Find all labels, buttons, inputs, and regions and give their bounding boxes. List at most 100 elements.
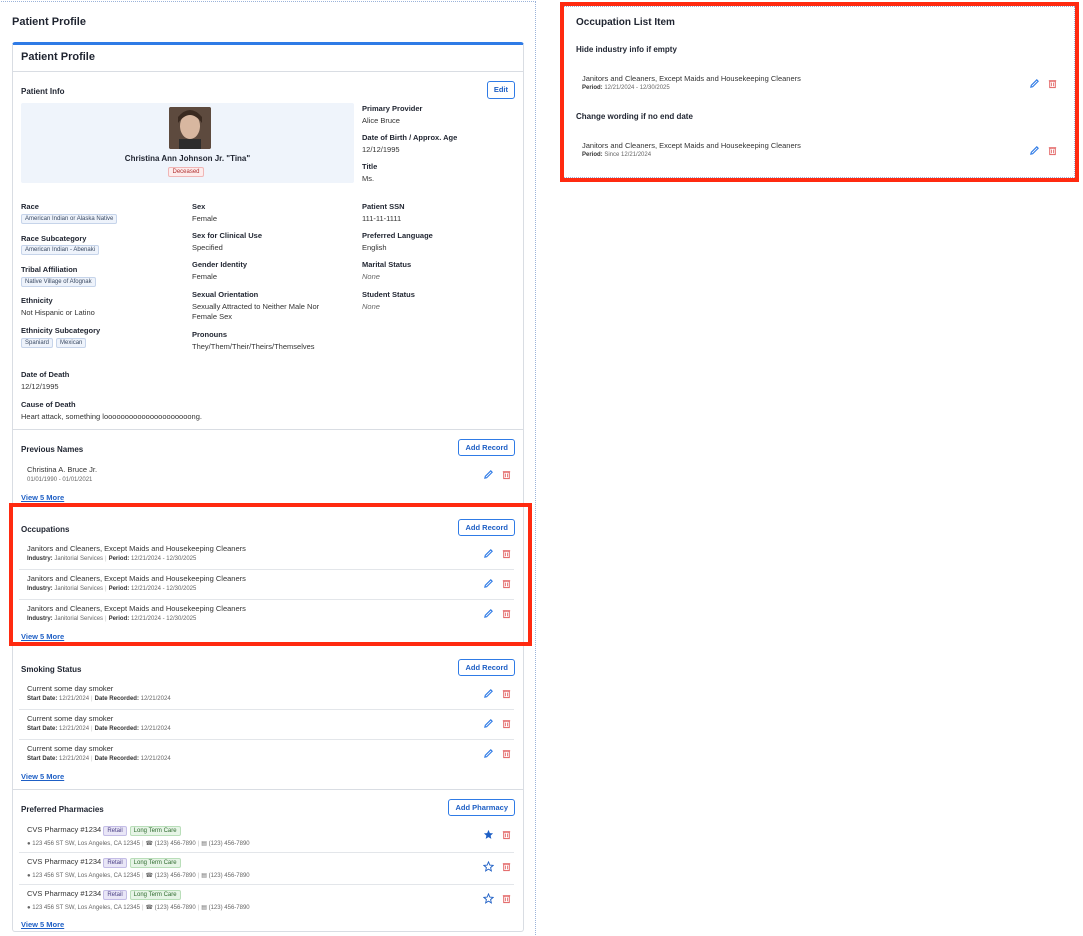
fax-icon: ▤	[201, 841, 207, 847]
occupation-industry: Janitorial Services	[54, 616, 104, 622]
trash-icon[interactable]	[501, 893, 512, 904]
industry-label: Industry:	[27, 586, 53, 592]
pin-icon: ●	[27, 841, 31, 847]
pharmacy-tag-retail: Retail	[103, 826, 127, 836]
pharmacy-tag-retail: Retail	[103, 858, 127, 868]
list-item: Janitors and Cleaners, Except Maids and …	[19, 540, 514, 570]
date-of-death-value: 12/12/1995	[21, 382, 59, 391]
ethnicity-chip-1: Spaniard	[21, 338, 54, 348]
previous-name-dates: 01/01/1990 - 01/01/2021	[27, 477, 93, 483]
add-occupation-button[interactable]: Add Record	[458, 519, 515, 536]
primary-provider-value: Alice Bruce	[362, 116, 400, 125]
pharmacy-tag-ltc: Long Term Care	[129, 826, 181, 836]
ethnicity-value: Not Hispanic or Latino	[21, 308, 95, 317]
title-value: Ms.	[362, 174, 375, 183]
pharmacy-address: 123 456 ST SW, Los Angeles, CA 12345	[32, 873, 140, 879]
dob-label: Date of Birth / Approx. Age	[362, 133, 458, 142]
occupations-title: Occupations	[21, 525, 70, 534]
list-item: Current some day smoker Start Date: 12/2…	[19, 740, 514, 770]
pharmacy-address: 123 456 ST SW, Los Angeles, CA 12345	[32, 841, 140, 847]
start-date-label: Start Date:	[27, 726, 58, 732]
pharmacy-fax: (123) 456-7890	[208, 873, 250, 879]
trash-icon[interactable]	[501, 688, 512, 699]
pharmacy-tag-ltc: Long Term Care	[129, 890, 181, 900]
pencil-icon[interactable]	[483, 469, 494, 480]
trash-icon[interactable]	[501, 748, 512, 759]
dob-value: 12/12/1995	[362, 145, 400, 154]
status-badge: Deceased	[168, 167, 204, 177]
pencil-icon[interactable]	[483, 688, 494, 699]
add-smoking-button[interactable]: Add Record	[458, 659, 515, 676]
card-title: Patient Profile	[13, 45, 523, 72]
smoking-start: 12/21/2024	[59, 696, 90, 702]
page-title: Patient Profile	[12, 16, 86, 28]
view-more-pharmacies[interactable]: View 5 More	[21, 920, 64, 929]
smoking-status-section: Smoking Status Add Record Current some d…	[13, 648, 523, 790]
title-label: Title	[362, 162, 378, 171]
occupation-title: Janitors and Cleaners, Except Maids and …	[582, 141, 801, 150]
race-subcategory-label: Race Subcategory	[21, 234, 87, 243]
pronouns-value: They/Them/Their/Theirs/Themselves	[192, 342, 315, 351]
ssn-value: 111-11-1111	[362, 214, 402, 223]
pharmacies-title: Preferred Pharmacies	[21, 805, 104, 814]
phone-icon: ☎	[145, 873, 153, 879]
avatar	[169, 107, 211, 149]
star-outline-icon[interactable]	[483, 861, 494, 872]
smoking-title: Current some day smoker	[27, 714, 114, 723]
smoking-title: Current some day smoker	[27, 744, 114, 753]
pharmacy-name: CVS Pharmacy #1234	[27, 857, 102, 866]
date-recorded-label: Date Recorded:	[94, 756, 139, 762]
add-previous-name-button[interactable]: Add Record	[458, 439, 515, 456]
occupation-title: Janitors and Cleaners, Except Maids and …	[27, 544, 246, 553]
start-date-label: Start Date:	[27, 696, 58, 702]
phone-icon: ☎	[145, 841, 153, 847]
pencil-icon[interactable]	[483, 748, 494, 759]
race-label: Race	[21, 202, 39, 211]
pencil-icon[interactable]	[483, 578, 494, 589]
patient-summary: Christina Ann Johnson Jr. "Tina" Decease…	[21, 103, 354, 183]
pencil-icon[interactable]	[483, 548, 494, 559]
trash-icon[interactable]	[1047, 145, 1058, 156]
occupation-period: Since 12/21/2024	[604, 152, 652, 158]
trash-icon[interactable]	[501, 718, 512, 729]
pharmacy-phone: (123) 456-7890	[154, 905, 196, 911]
trash-icon[interactable]	[501, 469, 512, 480]
occupation-list-item-title: Occupation List Item	[576, 17, 675, 28]
occupation-title: Janitors and Cleaners, Except Maids and …	[27, 574, 246, 583]
patient-profile-card: Patient Profile Patient Info Edit Christ…	[12, 42, 524, 932]
fax-icon: ▤	[201, 873, 207, 879]
start-date-label: Start Date:	[27, 756, 58, 762]
smoking-recorded: 12/21/2024	[140, 756, 171, 762]
view-more-previous-names[interactable]: View 5 More	[21, 493, 64, 502]
trash-icon[interactable]	[501, 861, 512, 872]
occupation-period: 12/21/2024 - 12/30/2025	[130, 616, 197, 622]
pencil-icon[interactable]	[483, 718, 494, 729]
pencil-icon[interactable]	[1029, 145, 1040, 156]
list-item: CVS Pharmacy #1234 Retail Long Term Care …	[19, 885, 514, 917]
period-label: Period:	[582, 152, 603, 158]
trash-icon[interactable]	[501, 829, 512, 840]
occupation-period: 12/21/2024 - 12/30/2025	[604, 85, 670, 91]
pronouns-label: Pronouns	[192, 330, 227, 339]
edit-button[interactable]: Edit	[486, 81, 515, 99]
occupation-title: Janitors and Cleaners, Except Maids and …	[27, 604, 246, 613]
student-label: Student Status	[362, 290, 415, 299]
view-more-occupations[interactable]: View 5 More	[21, 632, 64, 641]
trash-icon[interactable]	[501, 578, 512, 589]
period-label: Period:	[108, 556, 130, 562]
pencil-icon[interactable]	[1029, 78, 1040, 89]
star-outline-icon[interactable]	[483, 893, 494, 904]
ethnicity-subcategory-label: Ethnicity Subcategory	[21, 326, 101, 335]
occupation-industry: Janitorial Services	[54, 556, 104, 562]
add-pharmacy-button[interactable]: Add Pharmacy	[448, 799, 515, 816]
view-more-smoking[interactable]: View 5 More	[21, 772, 64, 781]
pharmacy-tag-retail: Retail	[103, 890, 127, 900]
trash-icon[interactable]	[501, 548, 512, 559]
date-recorded-label: Date Recorded:	[94, 726, 139, 732]
trash-icon[interactable]	[501, 608, 512, 619]
trash-icon[interactable]	[1047, 78, 1058, 89]
industry-label: Industry:	[27, 616, 53, 622]
pencil-icon[interactable]	[483, 608, 494, 619]
star-filled-icon[interactable]	[483, 829, 494, 840]
list-item: Current some day smoker Start Date: 12/2…	[19, 710, 514, 740]
